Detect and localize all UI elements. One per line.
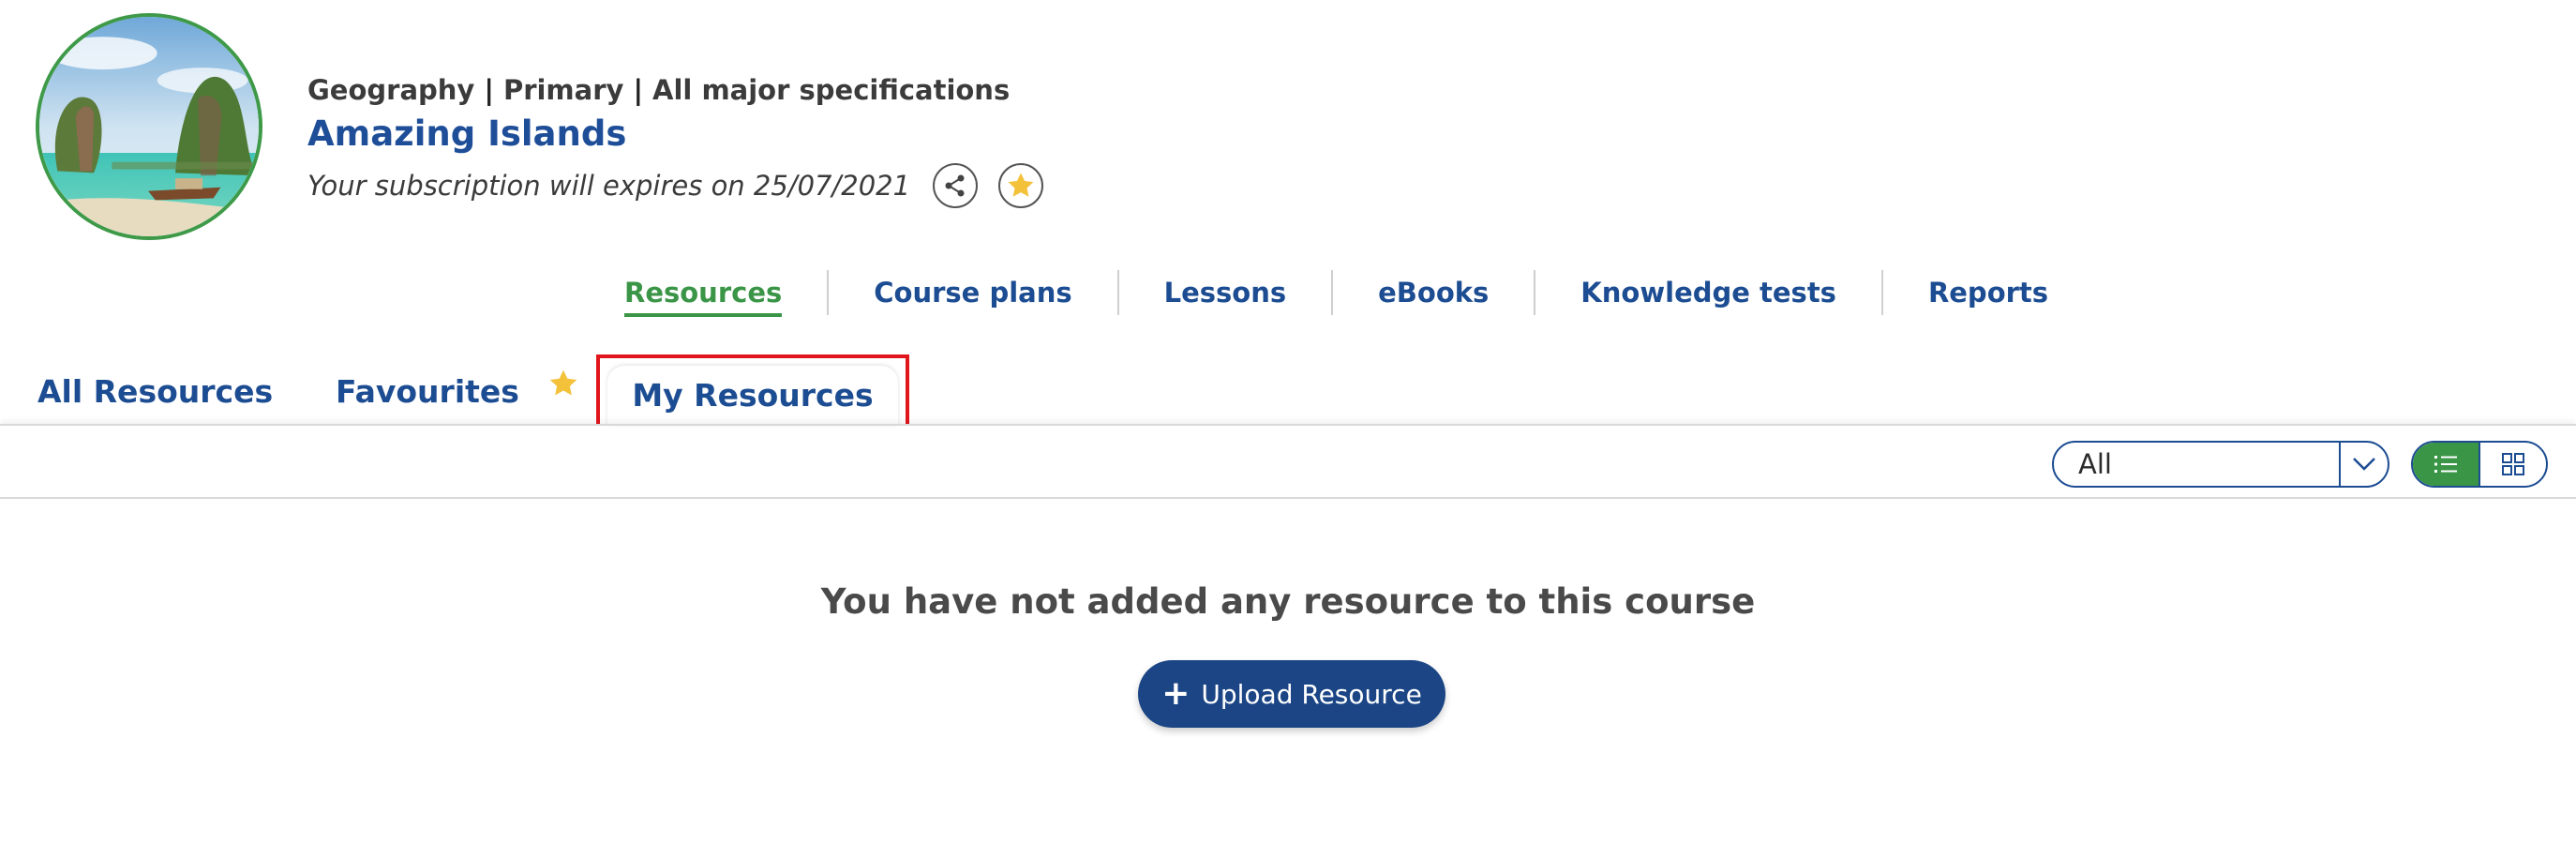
- grid-icon: [2502, 453, 2524, 475]
- breadcrumb-separator: |: [484, 74, 494, 106]
- subscription-expiry-text: Your subscription will expires on 25/07/…: [307, 170, 911, 202]
- course-image: [36, 13, 262, 240]
- breadcrumb-level: Primary: [502, 74, 624, 106]
- nav-course-plans[interactable]: Course plans: [829, 272, 1116, 313]
- island-photo: [39, 17, 259, 236]
- list-icon: [2434, 456, 2457, 473]
- nav-knowledge-tests[interactable]: Knowledge tests: [1535, 272, 1881, 313]
- favourite-button[interactable]: [998, 163, 1044, 208]
- page: Geography | Primary | All major specificatio…: [0, 0, 2576, 859]
- nav-reports[interactable]: Reports: [1883, 272, 2093, 313]
- share-icon: [945, 174, 965, 197]
- plus-icon: +: [1161, 674, 1191, 713]
- chevron-down-icon[interactable]: [2339, 443, 2388, 486]
- upload-resource-label: Upload Resource: [1201, 678, 1422, 710]
- share-button[interactable]: [933, 163, 979, 208]
- course-meta: Geography | Primary | All major specificatio…: [307, 69, 1044, 212]
- tab-my-resources-label: My Resources: [632, 377, 874, 414]
- nav-resources[interactable]: Resources: [581, 272, 827, 317]
- breadcrumb-specification: All major specifications: [652, 74, 1011, 106]
- breadcrumb-separator: |: [633, 74, 644, 106]
- breadcrumb-subject: Geography: [307, 74, 475, 106]
- tab-all-resources[interactable]: All Resources: [37, 354, 273, 426]
- nav-lessons[interactable]: Lessons: [1119, 272, 1332, 313]
- resource-toolbar: All: [0, 424, 2576, 499]
- breadcrumb: Geography | Primary | All major specificatio…: [307, 69, 1043, 111]
- tab-my-resources[interactable]: My Resources: [596, 354, 909, 426]
- nav-ebooks[interactable]: eBooks: [1333, 272, 1534, 313]
- filter-selected-value: All: [2078, 448, 2112, 480]
- tab-favourites[interactable]: Favourites: [336, 354, 580, 426]
- view-toggle: [2411, 441, 2548, 488]
- tab-favourites-label: Favourites: [336, 373, 519, 410]
- course-title: Amazing Islands: [307, 113, 627, 154]
- filter-dropdown[interactable]: All: [2052, 441, 2389, 488]
- star-icon: [1008, 173, 1034, 197]
- subscription-row: Your subscription will expires on 25/07/…: [307, 159, 1044, 212]
- star-icon: [547, 353, 580, 428]
- resource-tabs: All Resources Favourites My Resources: [0, 354, 2576, 426]
- list-view-button[interactable]: [2413, 443, 2479, 486]
- upload-resource-button[interactable]: + Upload Resource: [1138, 660, 1445, 728]
- main-nav: Resources Course plans Lessons eBooks Kn…: [581, 265, 2093, 320]
- empty-state-message: You have not added any resource to this …: [820, 581, 1756, 622]
- grid-view-button[interactable]: [2479, 443, 2546, 486]
